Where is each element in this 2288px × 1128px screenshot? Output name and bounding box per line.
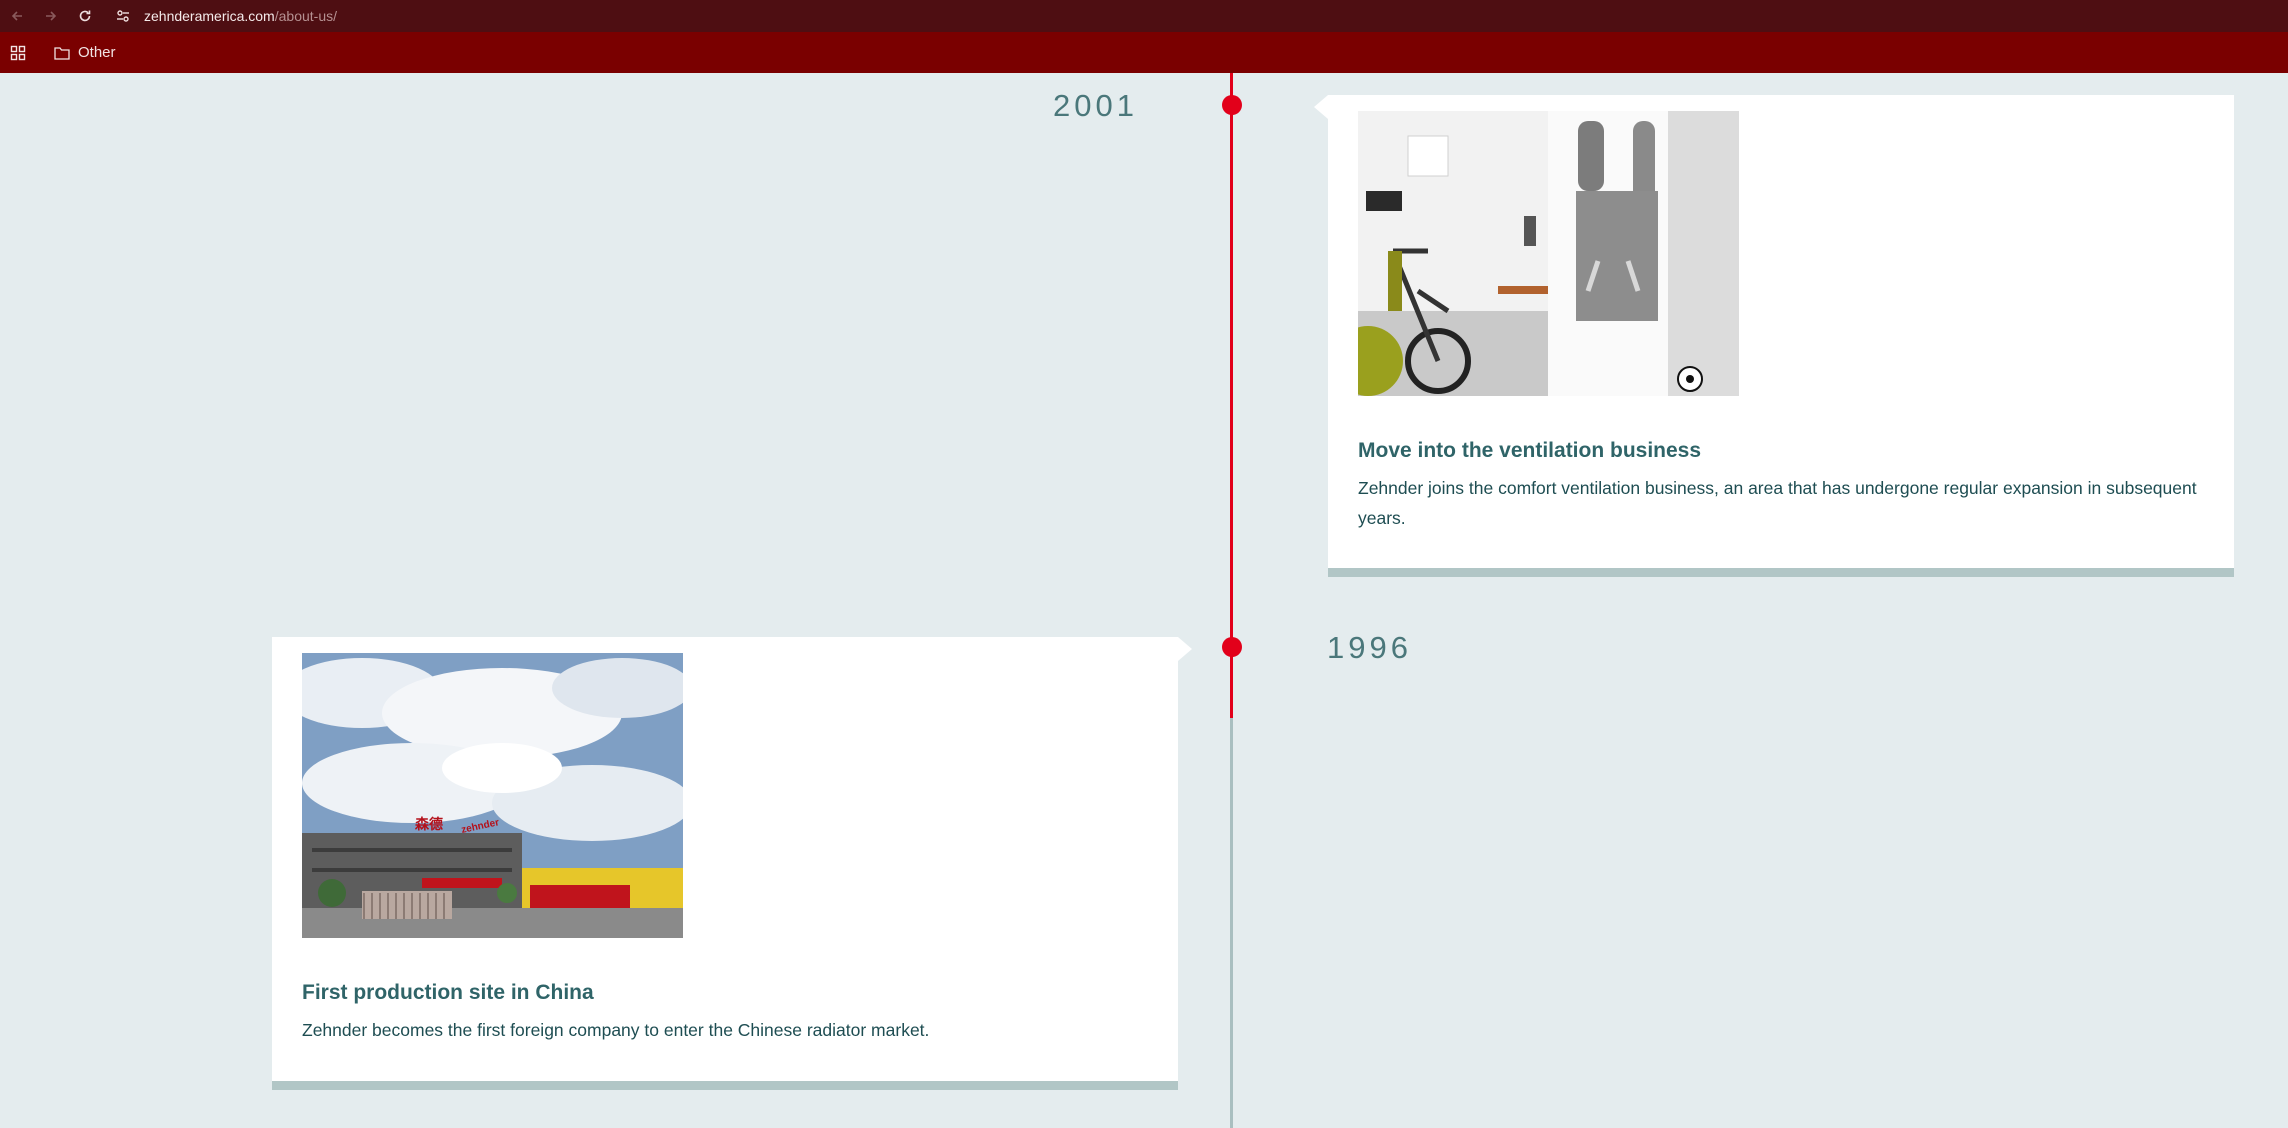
china-factory-image: 森德 zehnder — [302, 653, 683, 938]
timeline-line-inactive — [1230, 718, 1233, 1128]
folder-icon — [54, 46, 70, 60]
apps-grid-icon[interactable] — [0, 32, 36, 73]
bookmarks-bar: Other — [0, 32, 2288, 73]
timeline-title-1996: First production site in China — [302, 981, 594, 1004]
card-pointer — [1178, 637, 1192, 661]
tune-icon[interactable] — [112, 5, 134, 27]
card-pointer — [1314, 95, 1328, 119]
arrow-right-icon[interactable] — [34, 0, 68, 32]
timeline-line-active — [1230, 73, 1233, 718]
timeline-card-2001: Move into the ventilation business Zehnd… — [1314, 95, 2234, 577]
url-path: /about-us/ — [274, 8, 337, 24]
timeline-dot-1996 — [1222, 637, 1242, 657]
timeline-year-2001: 2001 — [1053, 88, 1138, 123]
arrow-left-icon[interactable] — [0, 0, 34, 32]
timeline-dot-2001 — [1222, 95, 1242, 115]
timeline-card-1996: 森德 zehnder First production site in Chin… — [272, 637, 1192, 1090]
timeline-year-1996: 1996 — [1327, 630, 1412, 665]
browser-toolbar: zehnderamerica.com/about-us/ — [0, 0, 2288, 32]
ventilation-room-image — [1358, 111, 1739, 396]
bookmark-folder-other[interactable]: Other — [54, 32, 116, 73]
factory-sign-chinese: 森德 — [415, 816, 443, 833]
timeline-title-2001: Move into the ventilation business — [1358, 439, 1702, 462]
timeline-description-2001: Zehnder joins the comfort ventilation bu… — [1358, 478, 2197, 528]
address-bar[interactable]: zehnderamerica.com/about-us/ — [112, 0, 337, 32]
timeline-description-1996: Zehnder becomes the first foreign compan… — [302, 1020, 930, 1040]
reload-icon[interactable] — [68, 0, 102, 32]
url-host: zehnderamerica.com — [144, 8, 275, 24]
bookmark-folder-label: Other — [78, 44, 116, 61]
